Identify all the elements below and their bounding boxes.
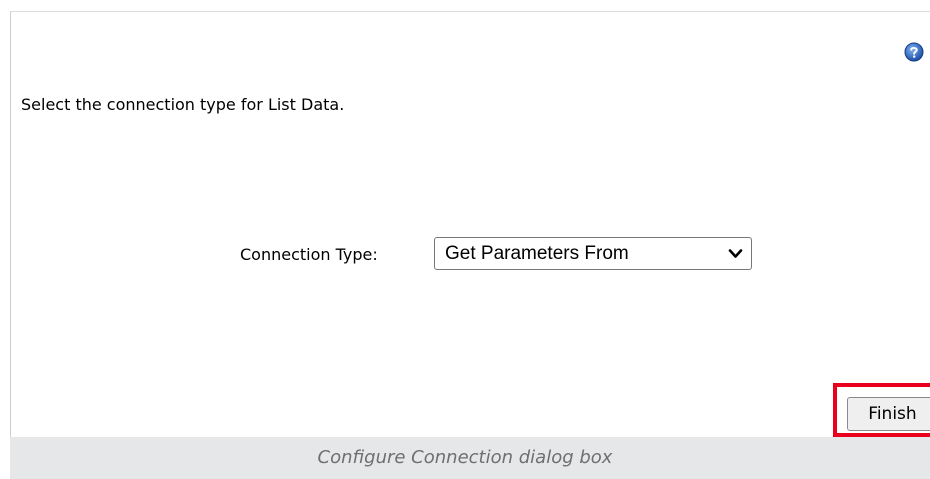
instruction-text: Select the connection type for List Data…: [21, 95, 345, 114]
configure-connection-dialog: Select the connection type for List Data…: [10, 11, 930, 437]
help-icon[interactable]: [904, 42, 924, 62]
connection-type-select[interactable]: Get Parameters From: [434, 237, 752, 270]
caption-bar: Configure Connection dialog box: [10, 437, 930, 479]
caption-text: Configure Connection dialog box: [317, 447, 613, 468]
chevron-down-icon: [728, 249, 743, 258]
connection-type-label: Connection Type:: [240, 245, 378, 264]
connection-type-selected-value: Get Parameters From: [445, 243, 629, 264]
finish-button[interactable]: Finish: [847, 397, 930, 431]
